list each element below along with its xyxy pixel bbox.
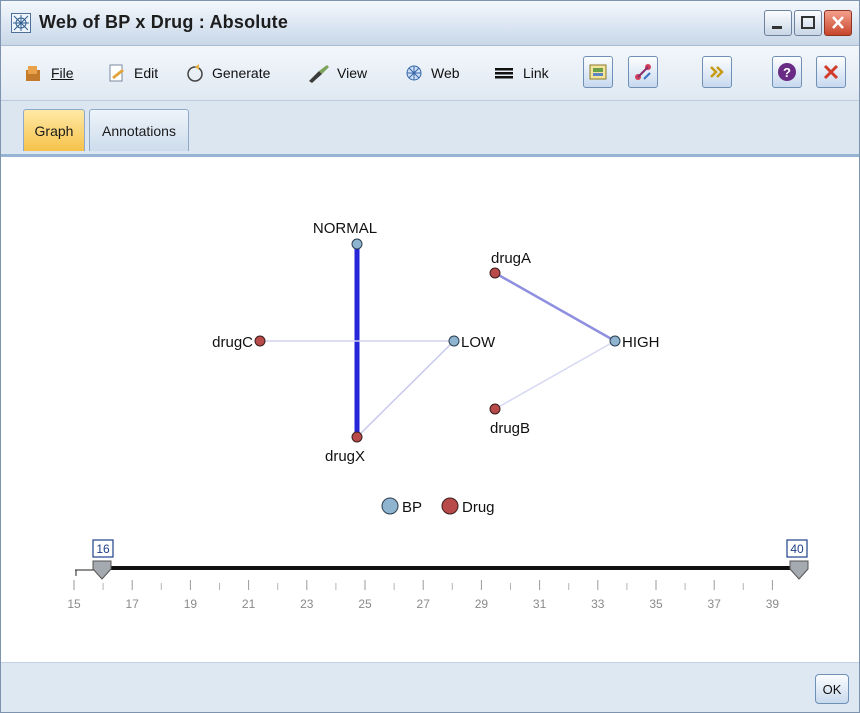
web-icon [406,65,422,81]
slider-tick-label: 33 [591,597,605,611]
legend-bp-swatch [381,497,399,515]
view-icon [309,65,329,83]
ok-button[interactable]: OK [815,674,849,704]
slider-range [103,566,798,570]
edit-icon [109,64,124,82]
window-title: Web of BP x Drug : Absolute [39,12,289,32]
generate-icon [187,64,203,82]
node-normal[interactable] [351,238,363,250]
web-graph-window: Web of BP x Drug : Absolute File Edit Ge… [0,0,860,713]
slider-tick-label: 23 [300,597,314,611]
menu-view-label: View [337,65,368,81]
menu-edit[interactable]: Edit [106,60,158,86]
file-icon [26,66,40,81]
menu-view[interactable]: View [307,60,367,86]
web-graph-area: NORMAL LOW HIGH drugA drugB drugC drugX … [1,157,859,662]
node-drugc[interactable] [254,335,266,347]
link-low-drugx [356,340,455,438]
node-high-label: HIGH [622,334,660,351]
menu-edit-label: Edit [134,65,159,81]
link-icon [495,68,513,79]
slider-tick-label: 37 [708,597,722,611]
svg-text:?: ? [783,65,791,80]
node-drugx-label: drugX [325,448,365,465]
help-button[interactable]: ? [772,56,802,88]
menu-web[interactable]: Web [403,60,460,86]
slider-ticks: 15 17 19 21 23 25 27 29 31 33 35 37 39 [67,580,779,611]
title-bar: Web of BP x Drug : Absolute [1,1,859,46]
menu-web-label: Web [431,65,460,81]
web-layout-button[interactable] [628,56,658,88]
menu-file[interactable]: File [23,60,74,86]
slider-max-thumb[interactable]: 40 [786,539,809,580]
slider-tick-label: 25 [358,597,372,611]
menu-file-label: File [51,65,74,81]
menu-bar: File Edit Generate View Web Link ? [1,46,859,101]
node-druga[interactable] [489,267,501,279]
expand-button[interactable] [702,56,732,88]
slider-tick-label: 27 [417,597,431,611]
slider-tick-label: 21 [242,597,256,611]
menu-generate-label: Generate [212,65,271,81]
tab-annotations[interactable]: Annotations [89,109,189,151]
node-druga-label: drugA [491,250,531,267]
toolbar-close-button[interactable] [816,56,846,88]
link-druga-high [494,271,616,343]
node-high[interactable] [609,335,621,347]
export-icon [589,64,607,80]
close-icon [823,64,839,80]
slider-tick-label: 39 [766,597,780,611]
web-graph-canvas: NORMAL LOW HIGH drugA drugB drugC drugX … [67,220,809,611]
slider-tick-label: 15 [67,597,81,611]
tab-strip: Graph Annotations [1,101,859,157]
help-icon: ? [778,63,796,81]
menu-generate[interactable]: Generate [184,60,270,86]
node-drugb[interactable] [489,403,501,415]
tab-graph[interactable]: Graph [23,109,85,151]
export-button[interactable] [583,56,613,88]
node-normal-label: NORMAL [313,220,377,237]
slider-tick-label: 19 [184,597,198,611]
slider-max-label: 40 [790,542,804,556]
slider-min-thumb[interactable]: 16 [92,539,114,580]
menu-link-label: Link [523,65,549,81]
node-drugb-label: drugB [490,420,530,437]
maximize-button[interactable] [794,10,822,36]
legend-drug-label: Drug [462,499,495,516]
node-low[interactable] [448,335,460,347]
web-app-icon [11,13,31,33]
node-low-label: LOW [461,334,496,351]
node-drugc-label: drugC [212,334,253,351]
slider-tick-label: 29 [475,597,489,611]
minimize-button[interactable] [764,10,792,36]
web-layout-icon [635,64,651,80]
slider-min-label: 16 [96,542,110,556]
slider-tick-label: 17 [126,597,140,611]
window-close-button[interactable] [824,10,852,36]
legend-bp-label: BP [402,499,422,516]
link-threshold-slider[interactable] [75,566,798,576]
legend-drug-swatch [441,497,459,515]
link-drugb-high [494,340,616,410]
slider-tick-label: 31 [533,597,547,611]
slider-tick-label: 35 [649,597,663,611]
node-drugx[interactable] [351,431,363,443]
dialog-footer: OK [1,662,859,712]
menu-link[interactable]: Link [493,60,549,86]
expand-icon [710,66,724,78]
